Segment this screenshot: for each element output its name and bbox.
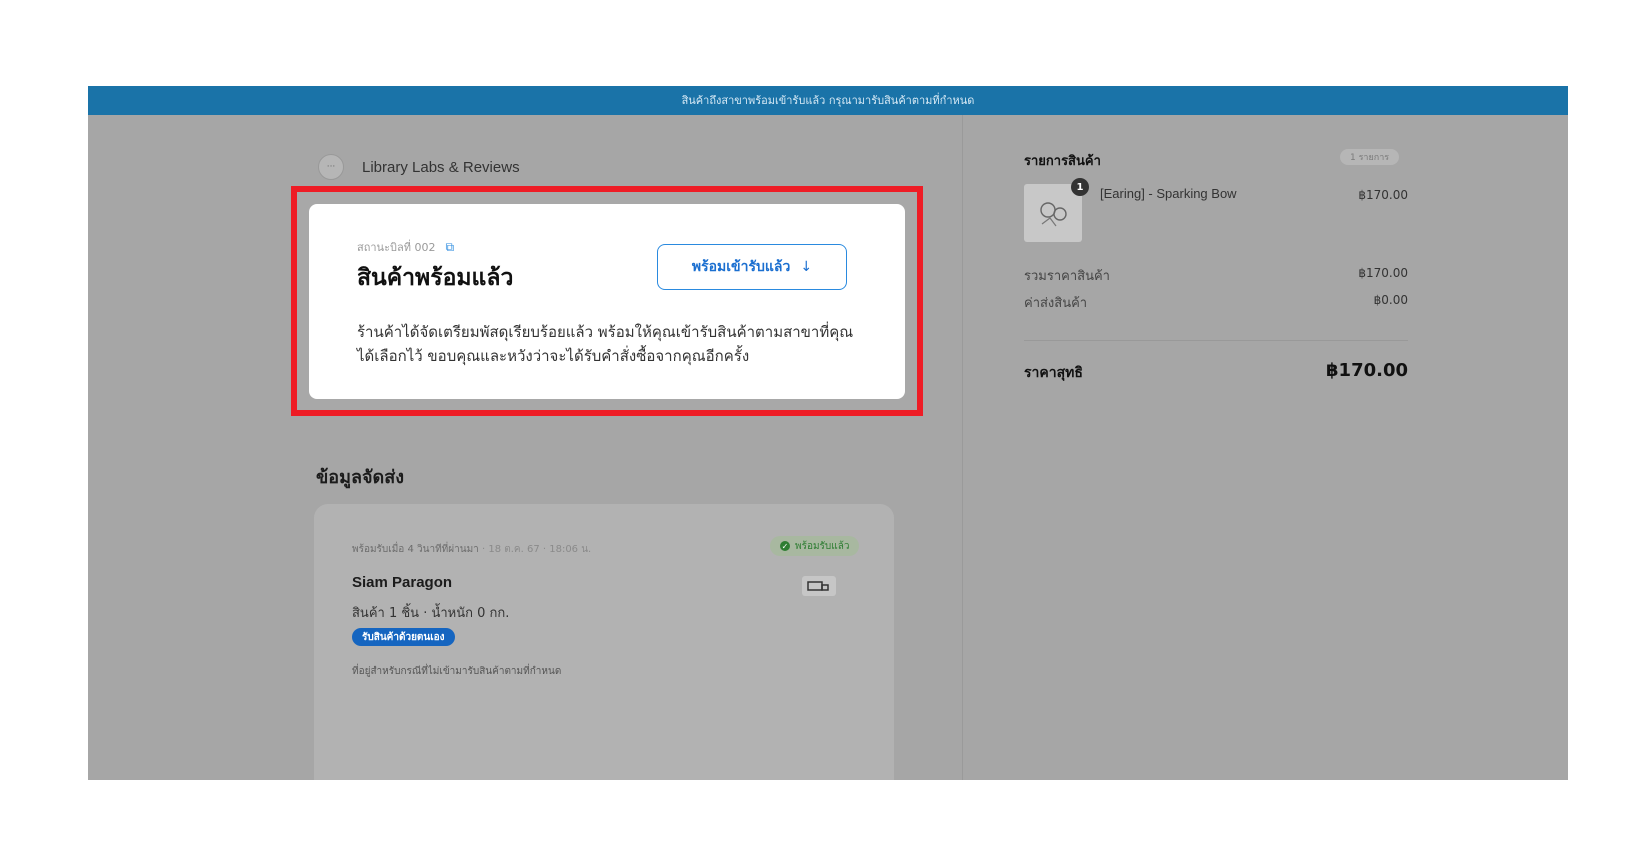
status-badge: ✓ พร้อมรับแล้ว xyxy=(770,536,860,556)
ready-date: · 18 ต.ค. 67 · 18:06 น. xyxy=(481,544,592,555)
ready-for-pickup-button[interactable]: พร้อมเข้ารับแล้ว ↓ xyxy=(657,244,847,290)
shipping-section-title: ข้อมูลจัดส่ง xyxy=(316,467,405,488)
store-name: Library Labs & Reviews xyxy=(362,158,520,176)
item-count-badge: 1 รายการ xyxy=(1340,149,1400,165)
shipment-meta: สินค้า 1 ชิ้น · น้ำหนัก 0 กก. xyxy=(352,606,510,621)
status-title: สินค้าพร้อมแล้ว xyxy=(357,265,514,291)
product-qty-badge: 1 xyxy=(1071,178,1089,196)
store-logo: ··· xyxy=(318,154,344,180)
shipping-fee-label: ค่าส่งสินค้า xyxy=(1024,296,1088,311)
ready-button-label: พร้อมเข้ารับแล้ว xyxy=(691,259,791,275)
bill-label: สถานะบิลที่ 002 xyxy=(357,241,436,254)
highlight-box: สถานะบิลที่ 002 ⧉ สินค้าพร้อมแล้ว พร้อมเ… xyxy=(291,186,923,416)
summary-title: รายการสินค้า xyxy=(1024,154,1101,169)
bill-status-line: สถานะบิลที่ 002 ⧉ xyxy=(357,238,454,256)
fallback-address-note: ที่อยู่สำหรับกรณีที่ไม่เข้ามารับสินค้าตา… xyxy=(352,666,562,677)
column-divider xyxy=(962,115,963,780)
shipping-card: พร้อมรับเมื่อ 4 วินาทีที่ผ่านมา · 18 ต.ค… xyxy=(314,504,894,780)
shipping-fee-value: ฿0.00 xyxy=(1373,293,1408,307)
status-badge-label: พร้อมรับแล้ว xyxy=(795,540,850,552)
subtotal-value: ฿170.00 xyxy=(1358,266,1408,280)
app-screen: สินค้าถึงสาขาพร้อมเข้ารับแล้ว กรุณามารับ… xyxy=(88,86,1568,780)
total-value: ฿170.00 xyxy=(1326,360,1408,381)
copy-icon[interactable]: ⧉ xyxy=(445,240,454,255)
pickup-method-tag: รับสินค้าด้วยตนเอง xyxy=(352,628,455,646)
total-label: ราคาสุทธิ xyxy=(1024,365,1083,381)
check-icon: ✓ xyxy=(780,541,790,551)
status-banner: สินค้าถึงสาขาพร้อมเข้ารับแล้ว กรุณามารับ… xyxy=(88,86,1568,115)
summary-divider xyxy=(1024,340,1408,341)
arrow-down-icon: ↓ xyxy=(800,259,813,275)
store-header: ··· Library Labs & Reviews xyxy=(318,154,520,180)
ready-time-text: พร้อมรับเมื่อ 4 วินาทีที่ผ่านมา xyxy=(352,544,479,555)
branch-name: Siam Paragon xyxy=(352,574,453,591)
ready-time: พร้อมรับเมื่อ 4 วินาทีที่ผ่านมา · 18 ต.ค… xyxy=(352,542,591,557)
product-price: ฿170.00 xyxy=(1358,188,1408,202)
product-name: [Earing] - Sparking Bow xyxy=(1100,186,1237,201)
delivery-truck-icon xyxy=(802,576,836,596)
order-status-card: สถานะบิลที่ 002 ⧉ สินค้าพร้อมแล้ว พร้อมเ… xyxy=(309,204,905,399)
status-description: ร้านค้าได้จัดเตรียมพัสดุเรียบร้อยแล้ว พร… xyxy=(357,323,854,365)
subtotal-label: รวมราคาสินค้า xyxy=(1024,269,1110,284)
